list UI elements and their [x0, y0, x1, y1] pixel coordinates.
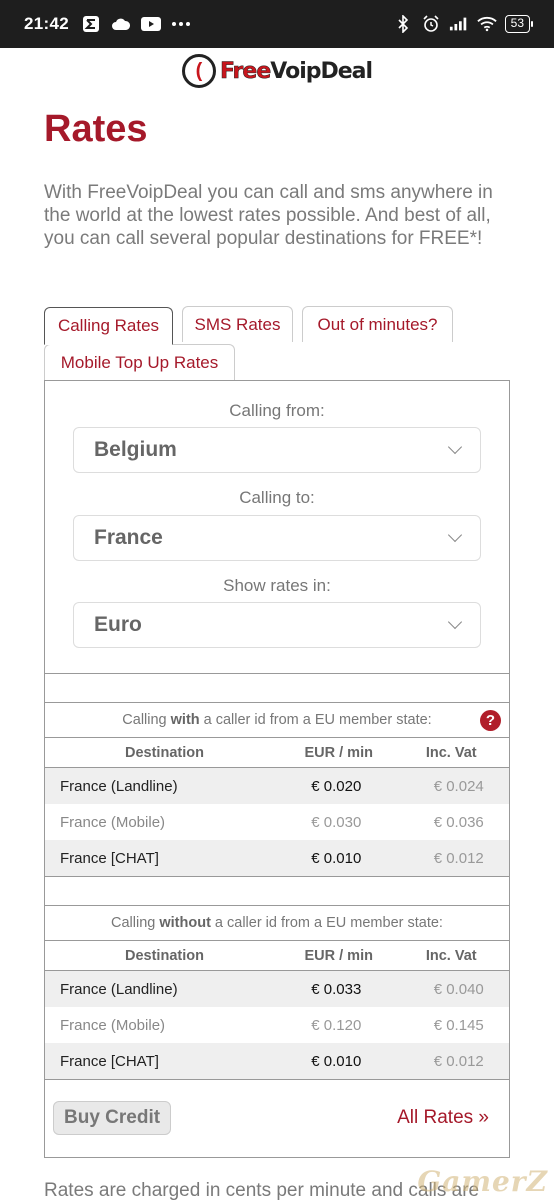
status-bar: 21:42 53 — [0, 0, 554, 48]
col-eur-min: EUR / min — [304, 947, 373, 964]
col-inc-vat: Inc. Vat — [425, 744, 477, 761]
chevron-down-icon — [447, 527, 463, 543]
show-rates-in-label: Show rates in: — [223, 576, 331, 595]
calling-from-select[interactable]: Belgium — [73, 427, 481, 473]
col-eur-min: EUR / min — [304, 744, 373, 761]
calling-from-value: Belgium — [94, 438, 177, 461]
table-row: France (Mobile) € 0.120 € 0.145 — [60, 1016, 484, 1034]
table-without-header: Destination EUR / min Inc. Vat — [45, 941, 509, 971]
phone-logo-icon: ( — [181, 54, 216, 88]
all-rates-link[interactable]: All Rates » — [397, 1107, 489, 1129]
currency-select[interactable]: Euro — [73, 602, 481, 648]
currency-value: Euro — [94, 613, 142, 636]
logo-text: FreeVoipDeal — [219, 58, 373, 84]
tab-sms-rates[interactable]: SMS Rates — [182, 306, 293, 342]
table-row: France [CHAT] € 0.010 € 0.012 — [45, 840, 509, 876]
wifi-icon — [476, 14, 497, 34]
site-header: ( FreeVoipDeal — [0, 52, 554, 90]
table-row: France (Landline) € 0.033 € 0.040 — [45, 971, 509, 1007]
chevron-down-icon — [447, 439, 463, 455]
calling-from-label: Calling from: — [229, 401, 325, 420]
help-icon[interactable]: ? — [480, 710, 501, 731]
table-without-caption: Calling without a caller id from a EU me… — [45, 905, 509, 941]
tab-mobile-top-up-rates[interactable]: Mobile Top Up Rates — [44, 344, 235, 380]
divider — [45, 673, 509, 674]
cloud-icon — [111, 14, 131, 34]
chevron-down-icon — [447, 614, 463, 630]
signal-icon — [449, 14, 469, 34]
table-with-header: Destination EUR / min Inc. Vat — [45, 738, 509, 768]
tab-out-of-minutes[interactable]: Out of minutes? — [302, 306, 453, 342]
table-row: France [CHAT] € 0.010 € 0.012 — [45, 1043, 509, 1079]
table-with-caption: Calling with a caller id from a EU membe… — [45, 702, 509, 738]
alarm-icon — [421, 14, 441, 34]
col-destination: Destination — [125, 744, 204, 761]
buy-credit-button[interactable]: Buy Credit — [53, 1101, 172, 1135]
sigma-icon — [81, 14, 101, 34]
youtube-icon — [140, 14, 161, 34]
more-dots-icon — [171, 14, 191, 34]
bluetooth-icon — [393, 14, 413, 34]
battery-icon: 53 — [504, 15, 534, 33]
intro-text: With FreeVoipDeal you can call and sms a… — [44, 182, 493, 249]
table-row: France (Landline) € 0.020 € 0.024 — [45, 768, 509, 804]
calling-rates-panel: Calling from: Belgium Calling to: France… — [44, 380, 510, 1158]
watermark: GamerZ — [417, 1165, 548, 1198]
calling-to-select[interactable]: France — [73, 515, 481, 561]
divider — [45, 1079, 509, 1080]
table-row: France (Mobile) € 0.030 € 0.036 — [60, 813, 484, 831]
site-logo[interactable]: ( FreeVoipDeal — [181, 54, 373, 88]
clock: 21:42 — [24, 14, 69, 33]
col-destination: Destination — [125, 947, 204, 964]
calling-to-value: France — [94, 526, 163, 549]
col-inc-vat: Inc. Vat — [425, 947, 477, 964]
tab-calling-rates[interactable]: Calling Rates — [44, 307, 173, 345]
divider — [45, 876, 509, 877]
page-title: Rates — [44, 108, 148, 150]
calling-to-label: Calling to: — [239, 488, 315, 507]
